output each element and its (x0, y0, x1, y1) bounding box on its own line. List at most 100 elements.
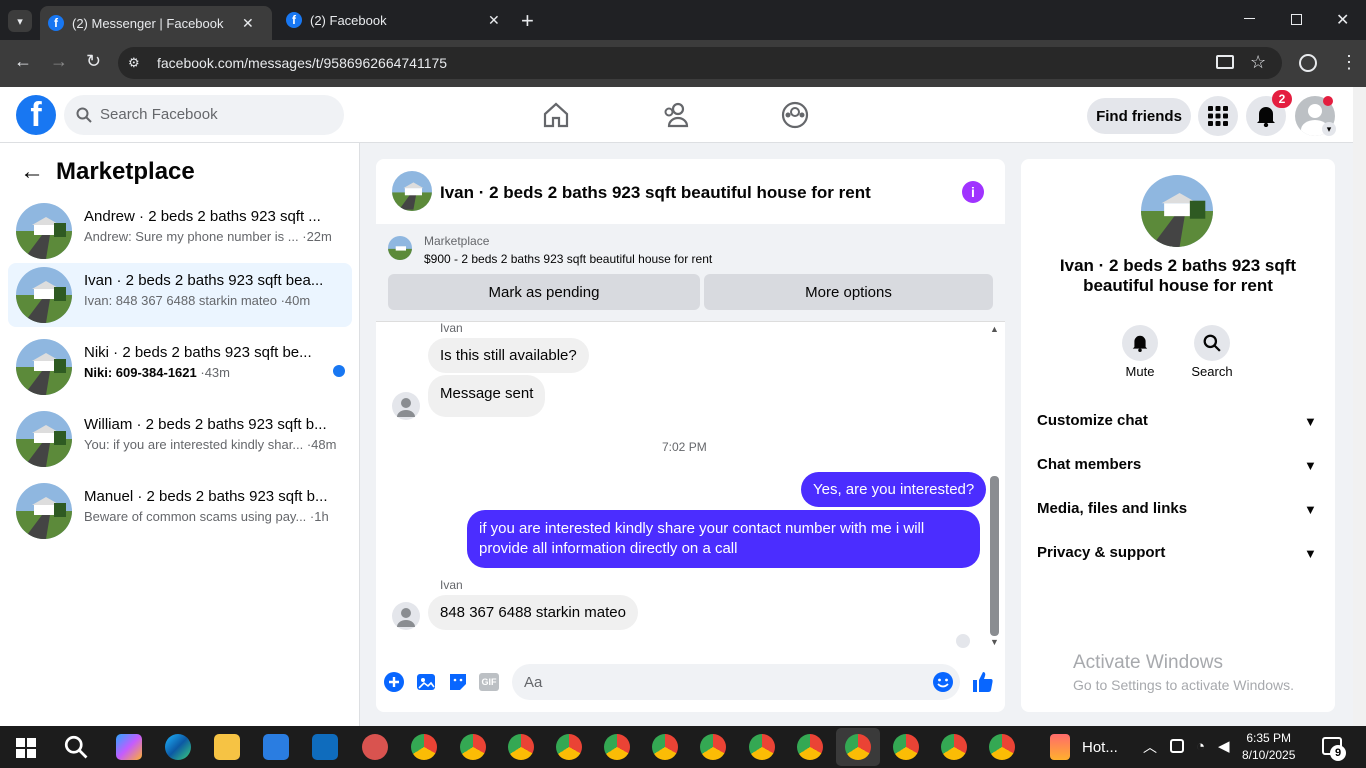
mark-as-pending-button[interactable]: Mark as pending (388, 274, 700, 310)
chrome-icon[interactable] (556, 734, 582, 760)
customize-chat-section[interactable]: Customize chat (1037, 412, 1148, 429)
meet-now-icon[interactable] (1170, 739, 1184, 753)
chevron-down-icon[interactable]: ▼ (1304, 546, 1317, 561)
thermometer-icon[interactable] (1050, 734, 1070, 760)
listing-thumbnail[interactable] (388, 236, 412, 260)
listing-title[interactable]: $900 - 2 beds 2 baths 923 sqft beautiful… (424, 252, 712, 266)
chrome-icon[interactable] (604, 734, 630, 760)
chat-scrollbar[interactable] (990, 476, 999, 636)
url-text[interactable]: facebook.com/messages/t/9586962664741175 (157, 55, 447, 71)
friends-icon[interactable] (661, 100, 691, 130)
tab-search-button[interactable]: ▾ (8, 10, 32, 32)
profile-icon[interactable] (1299, 54, 1317, 72)
chrome-icon[interactable] (797, 734, 823, 760)
back-arrow-icon[interactable]: ← (20, 158, 44, 186)
chrome-icon[interactable] (460, 734, 486, 760)
activation-watermark-title: Activate Windows (1073, 652, 1223, 673)
chrome-icon[interactable] (893, 734, 919, 760)
close-tab-icon[interactable]: ✕ (488, 12, 500, 29)
chevron-down-icon[interactable]: ▼ (1304, 502, 1317, 517)
close-tab-icon[interactable]: ✕ (242, 15, 254, 32)
page-scrollbar[interactable] (1353, 87, 1366, 726)
more-options-button[interactable]: More options (704, 274, 993, 310)
search-in-chat-button[interactable] (1194, 325, 1230, 361)
system-clock[interactable]: 6:35 PM 8/10/2025 (1242, 730, 1295, 764)
chevron-down-icon[interactable]: ▾ (1322, 122, 1336, 136)
preview-text: You: if you are interested kindly shar..… (84, 437, 304, 452)
chevron-down-icon[interactable]: ▼ (1304, 414, 1317, 429)
chrome-icon[interactable] (845, 734, 871, 760)
chat-title[interactable]: Ivan · 2 beds 2 baths 923 sqft beautiful… (440, 183, 871, 203)
facebook-logo-icon[interactable]: f (16, 95, 56, 135)
sender-avatar[interactable] (392, 392, 420, 420)
copilot-icon[interactable] (116, 734, 142, 760)
tab-facebook[interactable]: f (2) Facebook ✕ (278, 0, 510, 40)
outgoing-message[interactable]: Yes, are you interested? (801, 472, 987, 507)
chrome-icon[interactable] (411, 734, 437, 760)
wifi-icon[interactable]: ◔ (1196, 738, 1205, 755)
thumbs-up-icon[interactable] (971, 670, 995, 694)
maximize-icon[interactable] (1291, 14, 1302, 25)
chrome-icon[interactable] (749, 734, 775, 760)
groups-icon[interactable] (780, 100, 810, 130)
edge-icon[interactable] (165, 734, 191, 760)
conversation-row[interactable]: William · 2 beds 2 baths 923 sqft b... Yo… (8, 407, 352, 471)
chat-thread-avatar[interactable] (392, 171, 432, 211)
weather-text[interactable]: Hot... (1082, 739, 1118, 756)
conversation-name: William · 2 beds 2 baths 923 sqft b... (84, 416, 327, 433)
sender-avatar[interactable] (392, 602, 420, 630)
install-app-icon[interactable] (1216, 55, 1234, 69)
bookmark-star-icon[interactable]: ☆ (1250, 52, 1266, 73)
plus-circle-icon[interactable] (382, 670, 406, 694)
message-input[interactable] (512, 664, 960, 700)
chrome-icon[interactable] (508, 734, 534, 760)
windows-start-icon[interactable] (16, 738, 36, 758)
find-friends-button[interactable]: Find friends (1087, 98, 1191, 134)
mute-button[interactable] (1122, 325, 1158, 361)
scroll-up-arrow[interactable]: ▲ (990, 324, 999, 334)
sticker-icon[interactable] (446, 670, 470, 694)
photo-icon[interactable] (414, 670, 438, 694)
volume-icon[interactable]: ◀ (1218, 737, 1230, 755)
tab-messenger[interactable]: f (2) Messenger | Facebook ✕ (40, 6, 272, 40)
app-icon[interactable] (362, 734, 388, 760)
reload-icon[interactable]: ↻ (86, 51, 101, 72)
file-explorer-icon[interactable] (214, 734, 240, 760)
menu-button[interactable] (1198, 96, 1238, 136)
privacy-support-section[interactable]: Privacy & support (1037, 544, 1165, 561)
emoji-icon[interactable] (931, 670, 955, 694)
media-files-links-section[interactable]: Media, files and links (1037, 500, 1187, 517)
new-tab-button[interactable]: + (521, 8, 534, 34)
home-icon[interactable] (541, 100, 571, 130)
conversation-row[interactable]: Niki · 2 beds 2 baths 923 sqft be... Niki… (8, 335, 352, 399)
chrome-icon[interactable] (700, 734, 726, 760)
incoming-message[interactable]: 848 367 6488 starkin mateo (428, 595, 638, 630)
site-info-icon[interactable]: ⚙ (128, 55, 140, 71)
window-close-icon[interactable]: ✕ (1336, 10, 1349, 30)
chrome-icon[interactable] (989, 734, 1015, 760)
conversation-row[interactable]: Andrew · 2 beds 2 baths 923 sqft ... Andr… (8, 199, 352, 263)
taskbar-search-icon[interactable] (64, 735, 88, 759)
store-icon[interactable] (263, 734, 289, 760)
gif-icon[interactable]: GIF (479, 673, 499, 691)
forward-icon[interactable]: → (50, 51, 68, 72)
tray-chevron-up-icon[interactable]: ︿ (1143, 737, 1157, 757)
notification-center-badge: 9 (1330, 745, 1346, 761)
chrome-icon[interactable] (652, 734, 678, 760)
chevron-down-icon[interactable]: ▼ (1304, 458, 1317, 473)
conversation-preview: Andrew: Sure my phone number is ... ·22m (84, 229, 344, 244)
incoming-message[interactable]: Message sent (428, 375, 546, 417)
outgoing-message[interactable]: if you are interested kindly share your … (467, 510, 980, 568)
scroll-down-arrow[interactable]: ▼ (990, 637, 999, 647)
minimize-icon[interactable] (1244, 18, 1255, 19)
outlook-icon[interactable] (312, 734, 338, 760)
conversation-row[interactable]: Manuel · 2 beds 2 baths 923 sqft b... Bew… (8, 479, 352, 543)
chrome-icon[interactable] (941, 734, 967, 760)
browser-menu-icon[interactable]: ⋮ (1340, 52, 1358, 73)
chat-members-section[interactable]: Chat members (1037, 456, 1141, 473)
back-icon[interactable]: ← (14, 51, 32, 72)
incoming-message[interactable]: Is this still available? (428, 338, 589, 373)
info-icon[interactable]: i (962, 181, 984, 203)
conversation-row[interactable]: Ivan · 2 beds 2 baths 923 sqft bea... Iva… (8, 263, 352, 327)
details-avatar[interactable] (1141, 175, 1213, 247)
